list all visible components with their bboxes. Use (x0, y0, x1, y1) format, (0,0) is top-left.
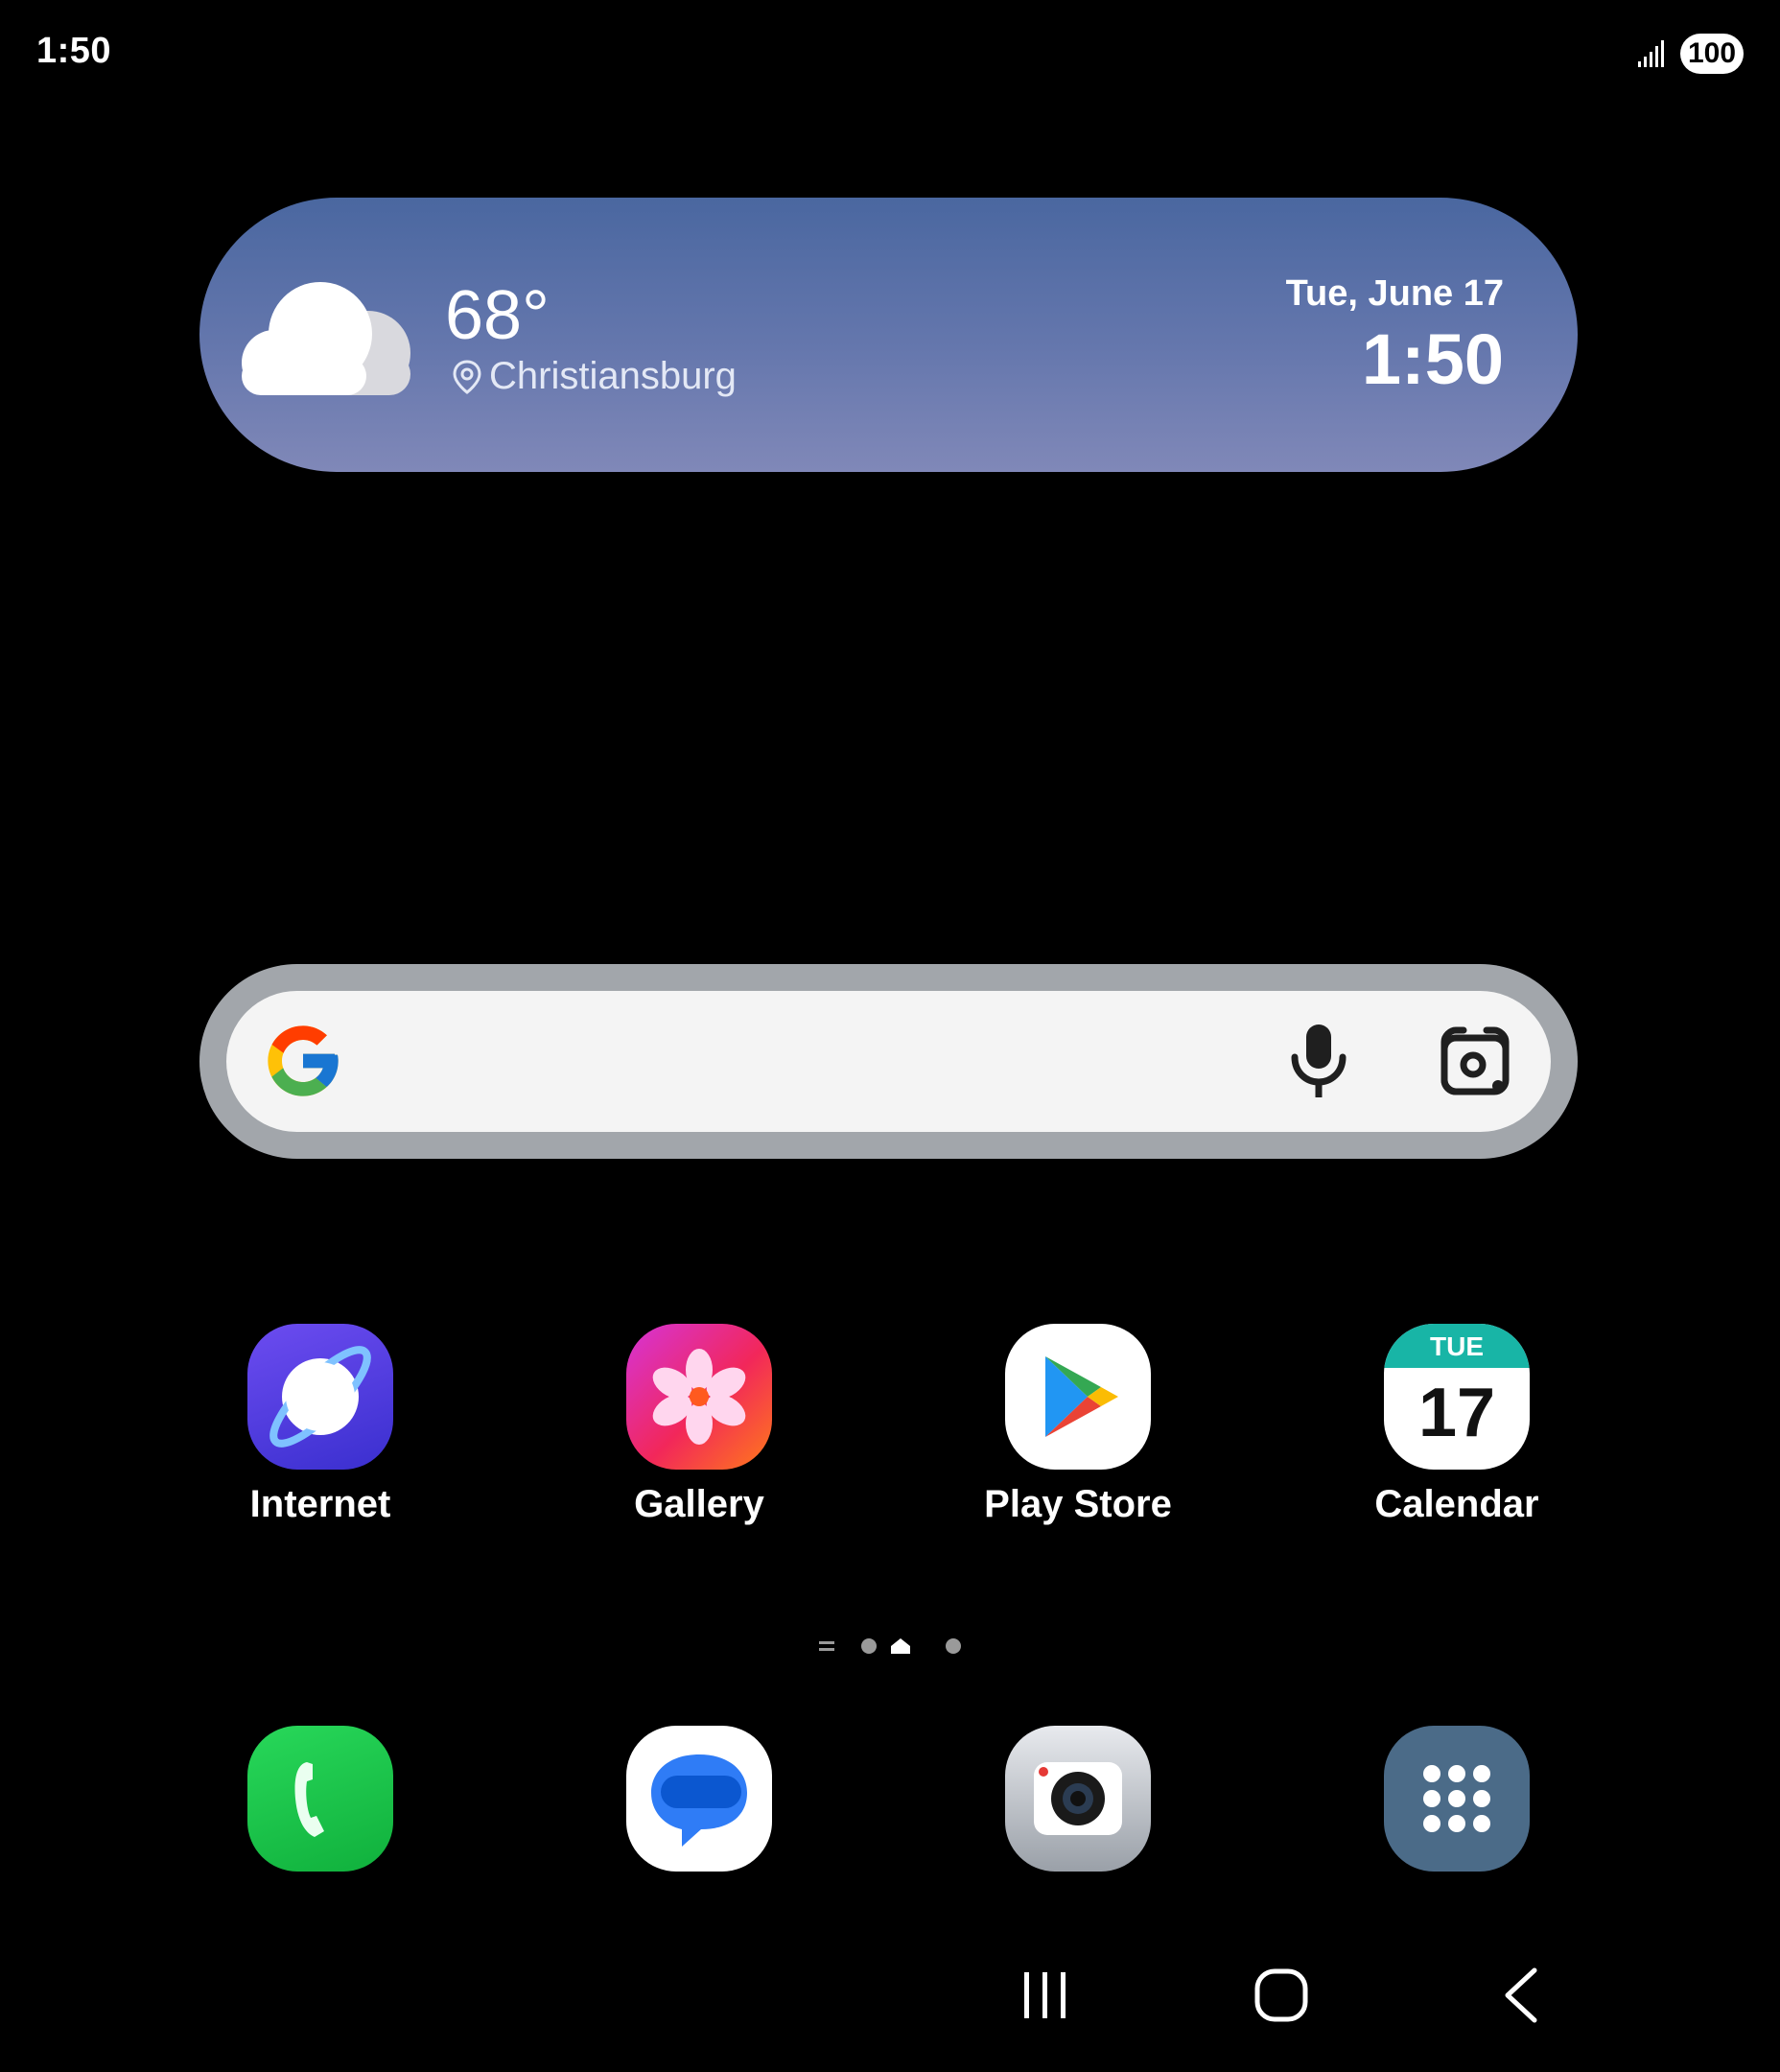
widget-clock: 1:50 (1361, 319, 1504, 399)
google-logo-icon[interactable] (261, 1019, 345, 1103)
back-icon[interactable] (1494, 1966, 1552, 2024)
page-dot (861, 1638, 877, 1654)
page-dot (946, 1638, 961, 1654)
calendar-icon-date: 17 (1417, 1375, 1496, 1451)
home-button-icon[interactable] (1253, 1966, 1310, 2024)
gallery-flower-icon (626, 1324, 772, 1470)
home-page-indicator-icon (891, 1638, 910, 1654)
dock-messages[interactable] (555, 1726, 843, 1872)
signal-strength-icon (1638, 40, 1664, 67)
app-label-calendar: Calendar (1374, 1483, 1539, 1525)
page-indicator[interactable] (815, 1635, 969, 1658)
app-label-internet: Internet (249, 1483, 391, 1525)
battery-indicator: 100 (1680, 34, 1744, 74)
app-calendar[interactable]: TUE 17 Calendar (1313, 1324, 1601, 1526)
internet-browser-icon (247, 1324, 393, 1470)
search-input[interactable] (226, 991, 1551, 1132)
dock-phone[interactable] (176, 1726, 464, 1872)
camera-icon (1005, 1726, 1151, 1872)
play-store-icon (1005, 1324, 1151, 1470)
widget-date: Tue, June 17 (1285, 273, 1504, 314)
page-indicator-list-icon (819, 1641, 834, 1644)
status-bar-time: 1:50 (36, 31, 112, 71)
app-label-play-store: Play Store (984, 1483, 1172, 1525)
location-pin-icon (453, 359, 481, 394)
weather-location-name: Christiansburg (489, 355, 737, 397)
microphone-icon[interactable] (1287, 1021, 1350, 1101)
dock-camera[interactable] (934, 1726, 1222, 1872)
app-internet[interactable]: Internet (176, 1324, 464, 1526)
calendar-icon-day: TUE (1430, 1331, 1484, 1361)
cloudy-weather-icon (242, 282, 410, 395)
app-play-store[interactable]: Play Store (934, 1324, 1222, 1526)
app-gallery[interactable]: Gallery (555, 1324, 843, 1526)
dock-app-drawer[interactable] (1313, 1726, 1601, 1872)
phone-icon (247, 1726, 393, 1872)
google-lens-icon[interactable] (1439, 1024, 1511, 1097)
app-label-gallery: Gallery (634, 1483, 764, 1525)
recent-apps-icon[interactable] (1017, 1966, 1074, 2024)
app-drawer-grid-icon (1384, 1726, 1530, 1872)
messages-icon (626, 1726, 772, 1872)
weather-temperature: 68° (445, 277, 550, 354)
calendar-icon: TUE 17 (1384, 1324, 1530, 1470)
weather-location: Christiansburg (453, 355, 737, 398)
